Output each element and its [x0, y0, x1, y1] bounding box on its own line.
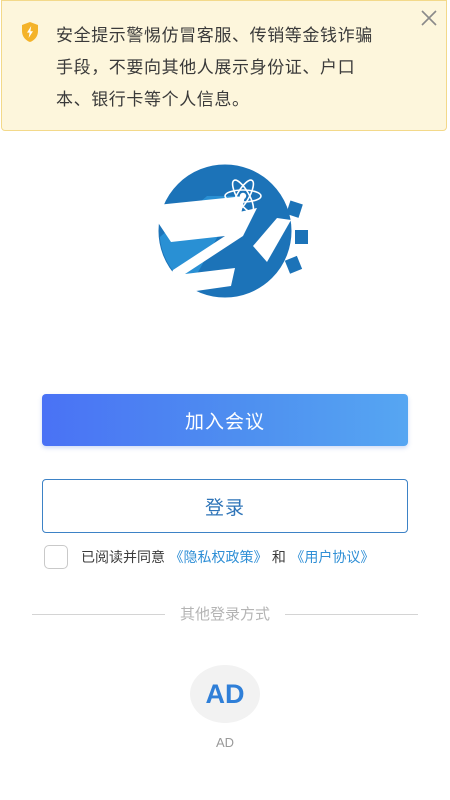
privacy-policy-link[interactable]: 《隐私权政策》: [169, 550, 267, 566]
notice-line: 手段，不要向其他人展示身份证、户口: [56, 58, 356, 78]
divider-line: [32, 614, 165, 615]
join-meeting-button[interactable]: 加入会议: [42, 394, 408, 446]
ad-login-label: AD: [215, 735, 235, 750]
notice-text: 安全提示警惕仿冒客服、传销等金钱诈骗 手段，不要向其他人展示身份证、户口 本、银…: [56, 20, 416, 116]
other-login-label: 其他登录方式: [179, 605, 270, 623]
agreement-checkbox[interactable]: [44, 545, 68, 569]
app-logo: [147, 164, 308, 298]
divider-line: [285, 614, 418, 615]
close-icon[interactable]: [420, 9, 438, 27]
notice-line: 本、银行卡等个人信息。: [56, 90, 250, 110]
user-agreement-link[interactable]: 《用户协议》: [290, 550, 374, 566]
notice-line: 安全提示警惕仿冒客服、传销等金钱诈骗: [56, 26, 373, 46]
agreement-prefix: 已阅读并同意: [81, 550, 165, 566]
other-login-divider: 其他登录方式: [32, 604, 418, 624]
shield-warning-icon: [22, 22, 38, 42]
ad-icon: AD: [205, 678, 245, 709]
login-button[interactable]: 登录: [42, 479, 408, 533]
agreement-text: 已阅读并同意 《隐私权政策》 和 《用户协议》: [81, 547, 374, 569]
security-notice-banner: 安全提示警惕仿冒客服、传销等金钱诈骗 手段，不要向其他人展示身份证、户口 本、银…: [1, 0, 447, 131]
ad-login-button[interactable]: AD: [190, 665, 260, 723]
agreement-conjunction: 和: [271, 550, 286, 566]
